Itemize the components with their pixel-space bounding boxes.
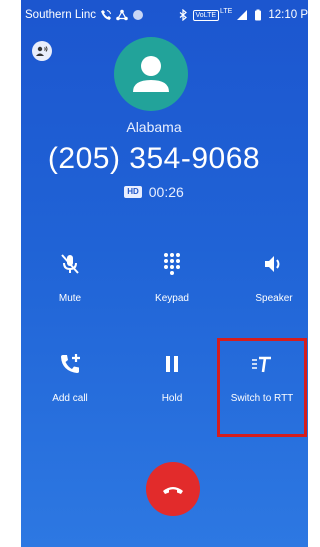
speaker-label: Speaker xyxy=(255,293,293,304)
add-call-button[interactable]: Add call xyxy=(25,352,115,404)
carrier-name: Southern Linc xyxy=(25,9,96,21)
hold-button[interactable]: Hold xyxy=(127,352,217,404)
caller-phone-number: (205) 354-9068 xyxy=(47,142,261,175)
speaker-button[interactable]: Speaker xyxy=(229,252,319,304)
rtt-mode-icon[interactable] xyxy=(32,41,52,61)
call-duration: 00:26 xyxy=(148,184,184,200)
lte-label: LTE xyxy=(220,7,233,15)
mute-label: Mute xyxy=(58,293,82,304)
person-icon xyxy=(133,56,169,92)
battery-icon xyxy=(255,9,262,21)
bluetooth-icon xyxy=(179,9,187,21)
volume-icon xyxy=(265,256,280,272)
status-bar: Southern Linc VoLTE LTE 12:10 P xyxy=(21,0,308,30)
mute-button[interactable]: Mute xyxy=(25,252,115,304)
call-timer-row: HD 00:26 xyxy=(0,184,308,200)
keypad-button[interactable]: Keypad xyxy=(127,252,217,304)
call-active-icon xyxy=(100,10,111,20)
contact-avatar-icon xyxy=(114,37,188,111)
status-time: 12:10 P xyxy=(268,9,308,21)
add-call-icon xyxy=(61,354,80,373)
person-voice-icon xyxy=(36,46,48,56)
hold-label: Hold xyxy=(161,393,183,404)
end-call-button[interactable] xyxy=(146,462,200,516)
keypad-label: Keypad xyxy=(155,293,189,304)
end-call-icon xyxy=(163,487,183,494)
pause-icon xyxy=(166,356,178,372)
volte-badge: VoLTE xyxy=(192,9,220,21)
dialpad-icon xyxy=(164,253,180,275)
rtt-highlight-box xyxy=(217,338,307,437)
triangle-app-icon xyxy=(116,9,128,21)
hd-voice-badge: HD xyxy=(124,186,142,198)
mic-off-icon xyxy=(61,254,79,274)
status-circle-icon xyxy=(132,10,143,20)
caller-location: Alabama xyxy=(126,119,182,135)
add-call-label: Add call xyxy=(52,393,88,404)
signal-icon xyxy=(237,10,248,20)
